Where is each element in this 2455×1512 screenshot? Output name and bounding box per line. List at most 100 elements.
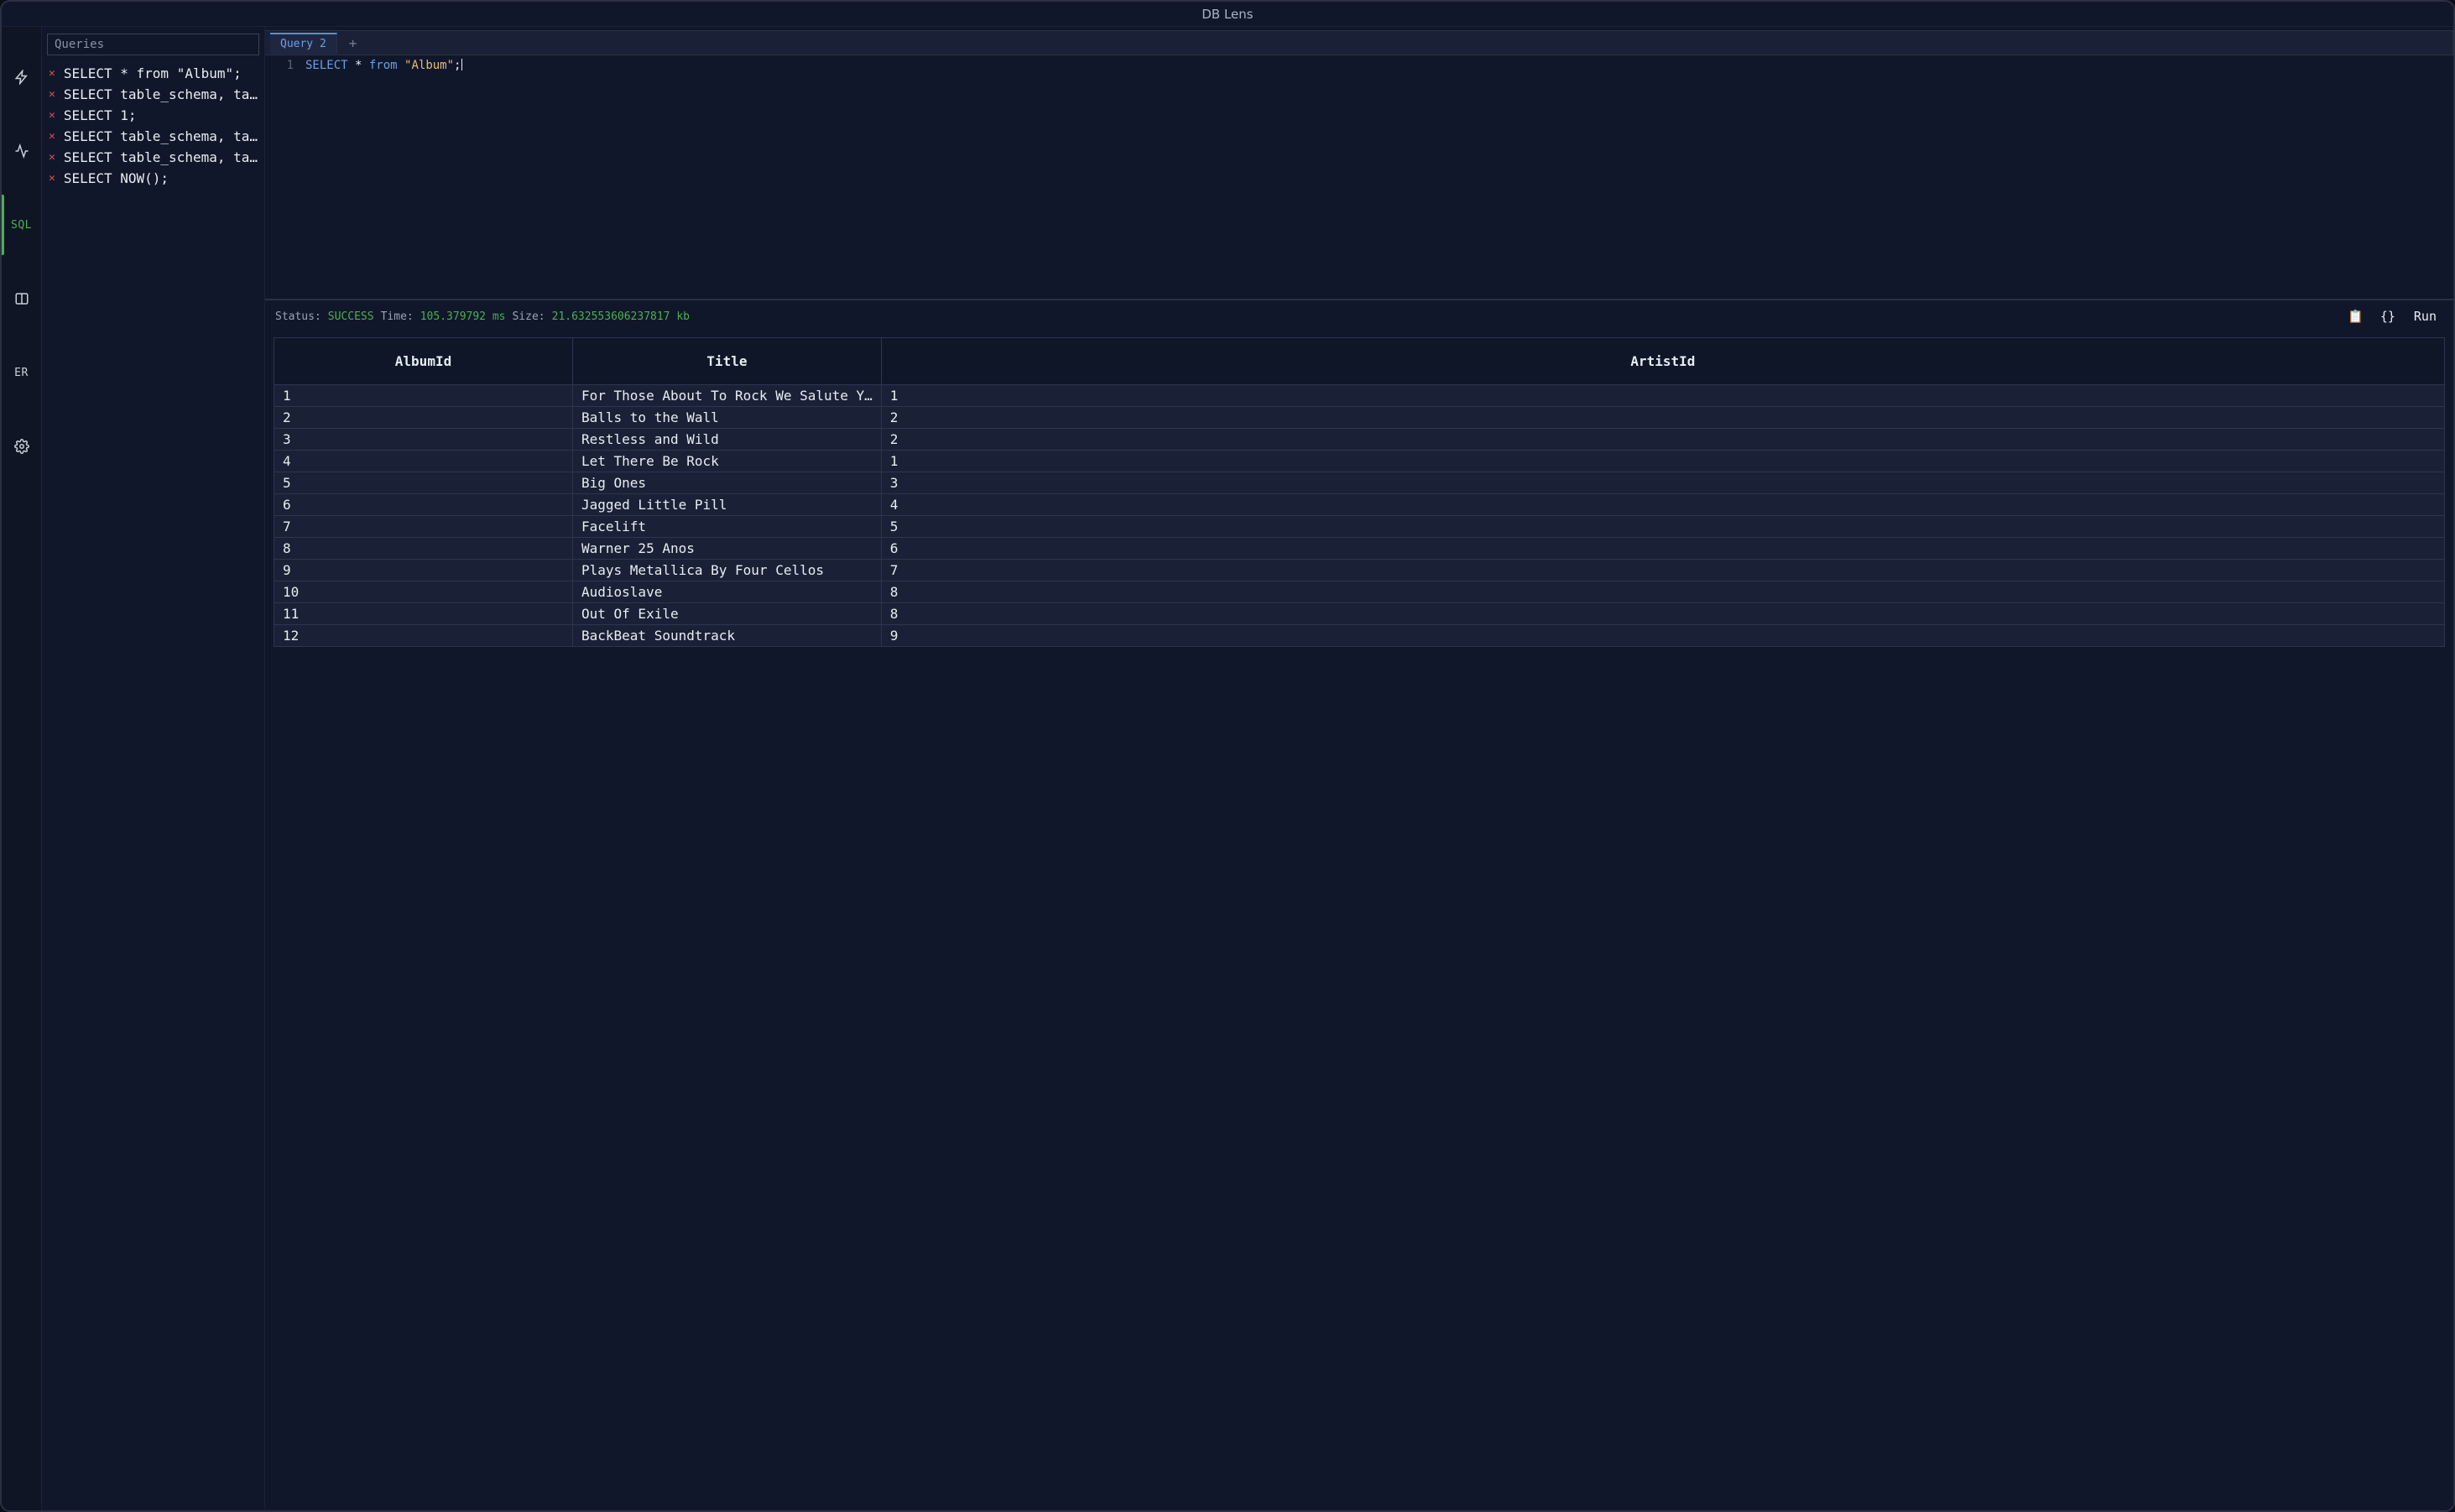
results-table: AlbumIdTitleArtistId 1For Those About To… [274,337,2445,647]
column-header[interactable]: Title [573,338,882,385]
query-text: SELECT table_schema, ta… [64,86,258,102]
panel-icon [14,291,29,306]
delete-query-icon[interactable]: ✕ [49,130,55,143]
query-item[interactable]: ✕ SELECT 1; [47,106,259,125]
query-item[interactable]: ✕SELECT * from "Album"; [47,64,259,83]
query-item[interactable]: ✕ SELECT table_schema, ta… [47,127,259,146]
editor-cursor [461,59,462,70]
table-row[interactable]: 4Let There Be Rock1 [274,451,2445,472]
queries-header: Queries [47,34,259,55]
table-cell: 1 [881,451,2444,472]
table-cell: 8 [881,581,2444,603]
table-row[interactable]: 11Out Of Exile8 [274,603,2445,625]
code-star: * [348,59,369,72]
time-value: 105.379792 ms [420,310,506,323]
table-cell: Plays Metallica By Four Cellos [573,560,882,581]
delete-query-icon[interactable]: ✕ [49,172,55,185]
activity-icon [14,143,29,159]
kw-from: from [369,59,398,72]
line-number: 1 [265,59,294,72]
table-cell: Out Of Exile [573,603,882,625]
query-item[interactable]: ✕ SELECT NOW(); [47,169,259,188]
table-row[interactable]: 12BackBeat Soundtrack9 [274,625,2445,647]
app-title: DB Lens [1201,7,1253,22]
table-cell: 5 [274,472,573,494]
table-cell: 2 [881,429,2444,451]
query-text: SELECT NOW(); [64,170,169,186]
delete-query-icon[interactable]: ✕ [49,151,55,164]
table-cell: 3 [274,429,573,451]
status-row: Status: SUCCESS Time: 105.379792 ms Size… [265,300,2453,332]
table-cell: For Those About To Rock We Salute Y… [573,385,882,407]
table-cell: BackBeat Soundtrack [573,625,882,647]
table-row[interactable]: 5Big Ones3 [274,472,2445,494]
code-str: "Album" [404,59,454,72]
delete-query-icon[interactable]: ✕ [49,109,55,122]
table-row[interactable]: 8Warner 25 Anos6 [274,538,2445,560]
bolt-icon [14,70,29,85]
query-text: SELECT table_schema, ta… [64,128,258,144]
app-window: DB Lens SQL ER Queries [0,0,2455,1512]
tab-query-2[interactable]: Query 2 [270,33,337,54]
editor-code: SELECT * from "Album"; [300,55,462,299]
table-row[interactable]: 6Jagged Little Pill4 [274,494,2445,516]
table-cell: 4 [881,494,2444,516]
code-semi: ; [454,59,461,72]
main-area: Query 2 + 1 SELECT * from "Album"; Statu… [265,27,2453,1510]
table-row[interactable]: 9Plays Metallica By Four Cellos7 [274,560,2445,581]
table-cell: 8 [881,603,2444,625]
query-item[interactable]: ✕ SELECT table_schema, ta… [47,148,259,167]
table-cell: 12 [274,625,573,647]
table-cell: Facelift [573,516,882,538]
table-cell: 11 [274,603,573,625]
column-header[interactable]: ArtistId [881,338,2444,385]
titlebar: DB Lens [2,2,2453,27]
rail-activity[interactable] [2,134,42,168]
editor-gutter: 1 [265,55,300,299]
query-list: ✕SELECT * from "Album";✕SELECT table_sch… [42,62,264,190]
table-cell: 1 [881,385,2444,407]
query-text: SELECT 1; [64,107,137,123]
table-cell: Let There Be Rock [573,451,882,472]
braces-icon[interactable]: {} [2375,307,2400,326]
table-cell: 1 [274,385,573,407]
table-cell: 2 [274,407,573,429]
sql-label: SQL [11,219,32,232]
er-label: ER [14,367,29,379]
table-cell: Warner 25 Anos [573,538,882,560]
rail-bolt[interactable] [2,60,42,94]
queries-panel: Queries ✕SELECT * from "Album";✕SELECT t… [42,27,265,1510]
rail-settings[interactable] [2,430,42,463]
delete-query-icon[interactable]: ✕ [49,88,55,101]
table-cell: 6 [881,538,2444,560]
table-row[interactable]: 1For Those About To Rock We Salute Y…1 [274,385,2445,407]
delete-query-icon[interactable]: ✕ [49,67,55,80]
rail-er[interactable]: ER [2,356,42,389]
table-cell: 9 [881,625,2444,647]
code-space [398,59,404,72]
left-rail: SQL ER [2,27,42,1510]
table-cell: 9 [274,560,573,581]
table-row[interactable]: 7Facelift5 [274,516,2445,538]
column-header[interactable]: AlbumId [274,338,573,385]
table-row[interactable]: 3Restless and Wild2 [274,429,2445,451]
table-row[interactable]: 10Audioslave8 [274,581,2445,603]
table-row[interactable]: 2Balls to the Wall2 [274,407,2445,429]
rail-panel[interactable] [2,282,42,315]
table-cell: 4 [274,451,573,472]
run-button[interactable]: Run [2407,307,2443,326]
table-cell: Audioslave [573,581,882,603]
tab-add[interactable]: + [344,35,362,51]
rail-sql[interactable]: SQL [2,208,42,242]
table-cell: Big Ones [573,472,882,494]
table-cell: 7 [274,516,573,538]
query-item[interactable]: ✕ SELECT table_schema, ta… [47,85,259,104]
table-cell: Jagged Little Pill [573,494,882,516]
status-value: SUCCESS [328,310,374,323]
table-cell: Restless and Wild [573,429,882,451]
table-cell: 2 [881,407,2444,429]
query-text: SELECT table_schema, ta… [64,149,258,165]
table-cell: 7 [881,560,2444,581]
clipboard-icon[interactable]: 📋 [2343,307,2369,326]
sql-editor[interactable]: 1 SELECT * from "Album"; [265,55,2453,299]
